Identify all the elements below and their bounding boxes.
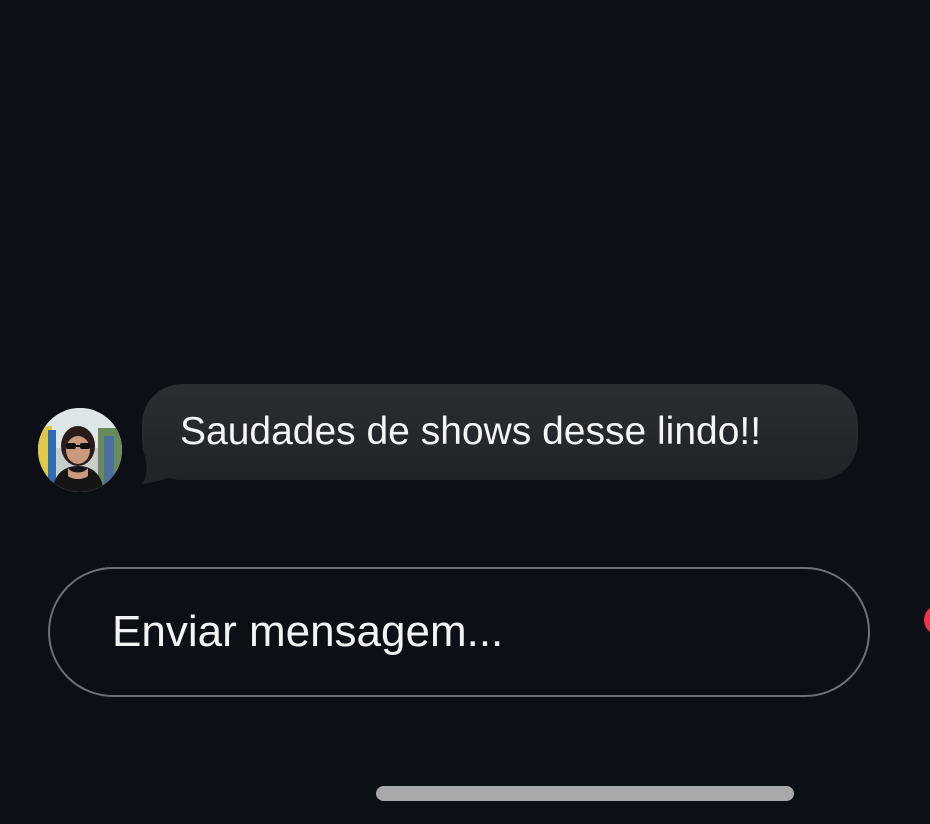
message-bubble[interactable]: Saudades de shows desse lindo!! xyxy=(142,384,858,480)
user-avatar-photo-icon xyxy=(38,408,122,492)
sender-avatar[interactable] xyxy=(38,408,122,492)
message-input-placeholder: Enviar mensagem... xyxy=(112,607,504,656)
message-input[interactable]: Enviar mensagem... xyxy=(48,567,870,697)
notification-dot-icon xyxy=(924,605,930,635)
chat-screen: Saudades de shows desse lindo!! Enviar m… xyxy=(0,0,930,824)
message-text: Saudades de shows desse lindo!! xyxy=(180,410,762,453)
home-indicator[interactable] xyxy=(376,786,794,801)
